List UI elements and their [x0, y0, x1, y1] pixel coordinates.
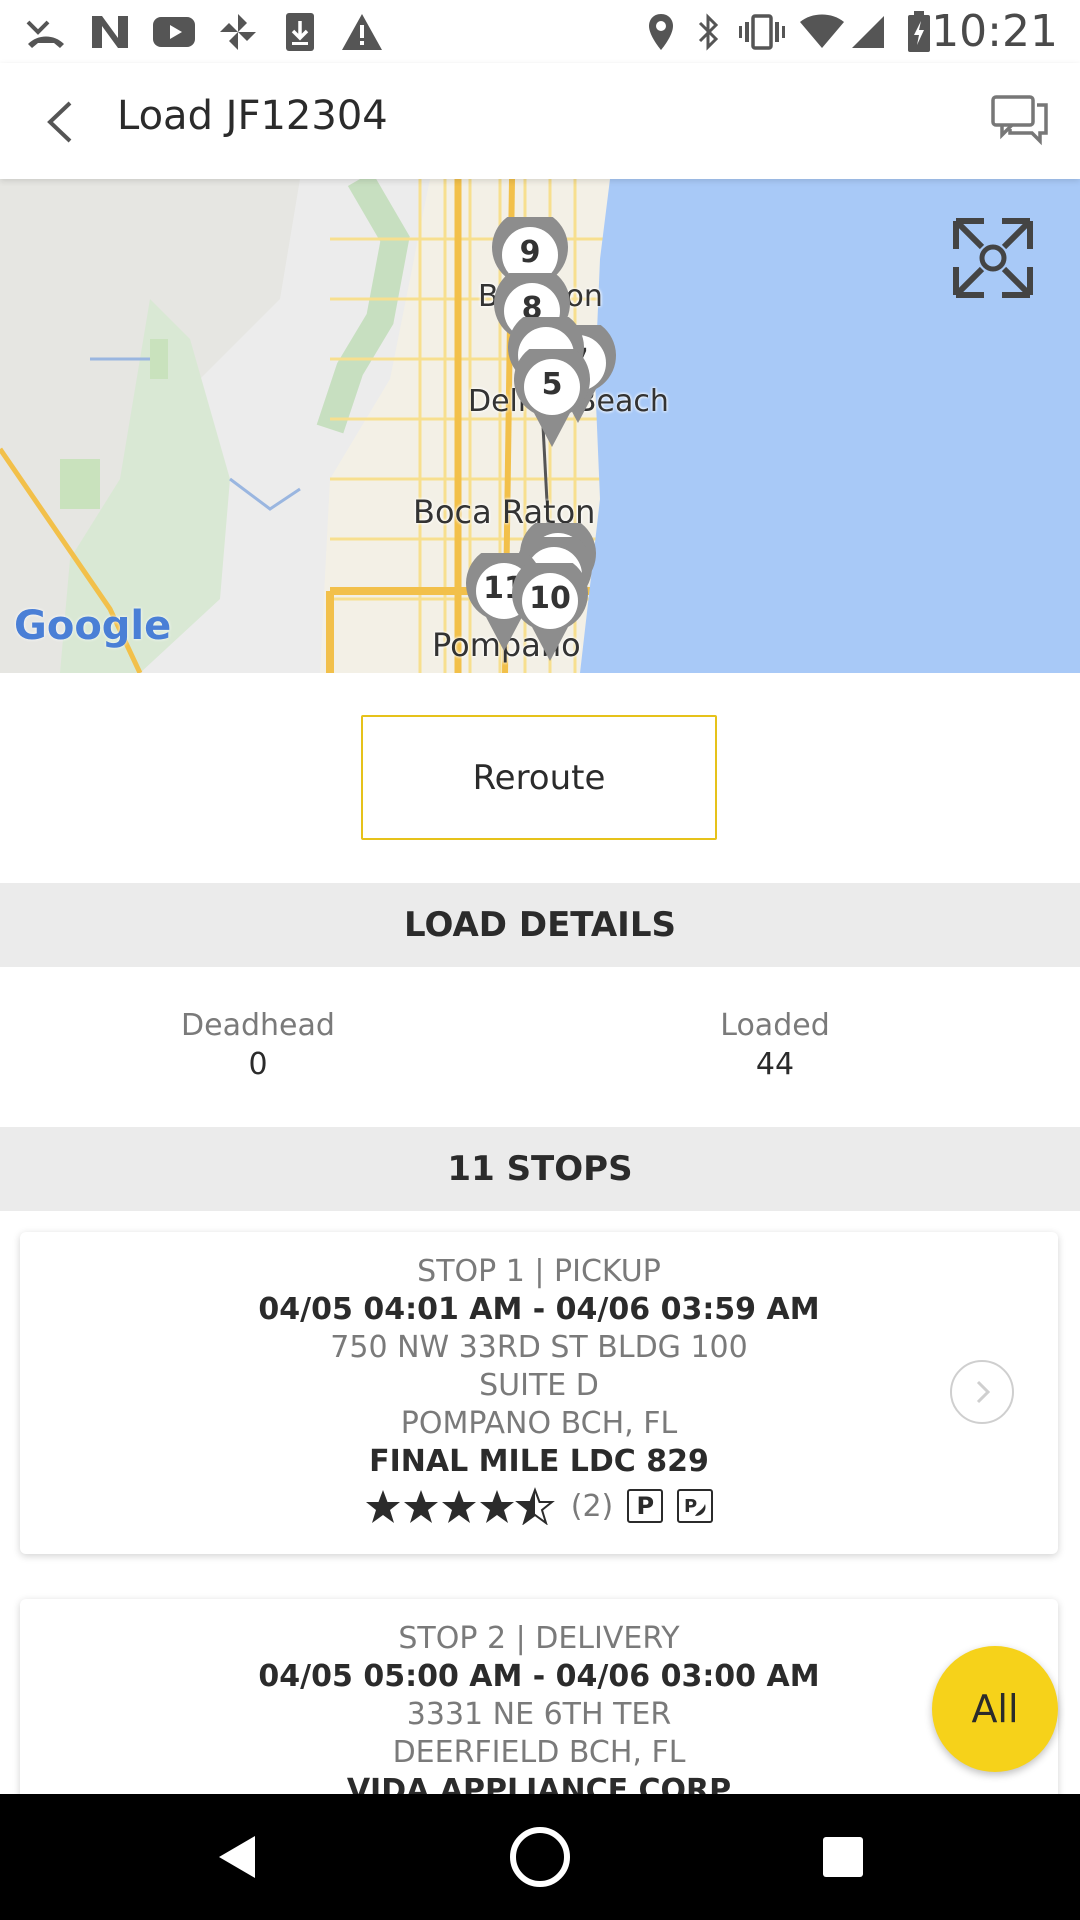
- stop-card[interactable]: STOP 2 | DELIVERY 04/05 05:00 AM - 04/06…: [20, 1599, 1058, 1819]
- stop-address-line1: 750 NW 33RD ST BLDG 100: [330, 1330, 748, 1365]
- stop-address-line1: 3331 NE 6TH TER: [406, 1697, 672, 1732]
- rating-count: (2): [570, 1488, 614, 1524]
- expand-map-icon[interactable]: [950, 215, 1036, 301]
- app-bar: Load JF12304: [0, 63, 1080, 179]
- svg-text:P: P: [684, 1496, 697, 1517]
- map-marker-10[interactable]: 10: [508, 563, 592, 663]
- download-icon: [280, 10, 320, 54]
- marker-label: 9: [519, 235, 541, 270]
- star-rating-icon: [365, 1489, 553, 1524]
- location-icon: [644, 10, 678, 54]
- load-details-title: LOAD DETAILS: [404, 905, 676, 945]
- back-arrow-icon[interactable]: [36, 97, 86, 147]
- parking-overnight-badge-icon: P: [677, 1489, 714, 1523]
- system-nav-bar: [0, 1794, 1080, 1920]
- all-stops-button[interactable]: All: [932, 1646, 1058, 1772]
- google-logo-text: Google: [14, 603, 172, 649]
- deadhead-label: Deadhead: [181, 1008, 335, 1043]
- stop-rating: (2) P P: [20, 1487, 1058, 1525]
- youtube-icon: [150, 10, 198, 54]
- marker-label: 5: [541, 367, 563, 402]
- stop-city: DEERFIELD BCH, FL: [392, 1735, 686, 1770]
- nav-back-icon[interactable]: [204, 1824, 270, 1890]
- stop-city: POMPANO BCH, FL: [400, 1406, 678, 1441]
- wifi-icon: [798, 10, 846, 54]
- deadhead-metric: Deadhead 0: [108, 1008, 408, 1082]
- signal-icon: [848, 10, 888, 54]
- stop-time-window: 04/05 05:00 AM - 04/06 03:00 AM: [258, 1659, 820, 1694]
- stop-company: FINAL MILE LDC 829: [369, 1444, 709, 1479]
- stop-title: STOP 1 | PICKUP: [417, 1254, 661, 1289]
- stop-address-line2: SUITE D: [479, 1368, 599, 1403]
- battery-icon: [904, 10, 934, 54]
- n-logo-icon: [88, 10, 132, 54]
- pinwheel-icon: [214, 10, 262, 54]
- nav-recents-icon[interactable]: [810, 1824, 876, 1890]
- chevron-right-icon[interactable]: [950, 1360, 1014, 1424]
- google-logo: Google: [14, 603, 171, 649]
- loaded-label: Loaded: [720, 1008, 830, 1043]
- route-map[interactable]: Boynton Delray Beach Boca Raton Pompano …: [0, 179, 1080, 673]
- parking-badge-icon: P: [627, 1489, 664, 1523]
- status-time: 10:21: [931, 6, 1058, 57]
- missed-call-icon: [22, 10, 70, 54]
- loaded-value: 44: [755, 1047, 795, 1082]
- deadhead-value: 0: [248, 1047, 268, 1082]
- warning-icon: [338, 10, 386, 54]
- chat-icon[interactable]: [990, 93, 1050, 148]
- stops-title: 11 STOPS: [447, 1149, 633, 1189]
- bluetooth-icon: [692, 10, 724, 54]
- stop-title: STOP 2 | DELIVERY: [398, 1621, 680, 1656]
- vibrate-icon: [738, 10, 786, 54]
- stop-time-window: 04/05 04:01 AM - 04/06 03:59 AM: [258, 1292, 820, 1327]
- page-title: Load JF12304: [117, 93, 388, 139]
- stop-card[interactable]: STOP 1 | PICKUP 04/05 04:01 AM - 04/06 0…: [20, 1232, 1058, 1554]
- reroute-button[interactable]: Reroute: [361, 715, 717, 840]
- status-bar: 10:21: [0, 0, 1080, 63]
- marker-label: 10: [529, 581, 571, 616]
- load-details-header: LOAD DETAILS: [0, 883, 1080, 967]
- map-marker-5[interactable]: 5: [510, 349, 594, 449]
- nav-home-icon[interactable]: [507, 1824, 573, 1890]
- loaded-metric: Loaded 44: [625, 1008, 925, 1082]
- stops-header: 11 STOPS: [0, 1127, 1080, 1211]
